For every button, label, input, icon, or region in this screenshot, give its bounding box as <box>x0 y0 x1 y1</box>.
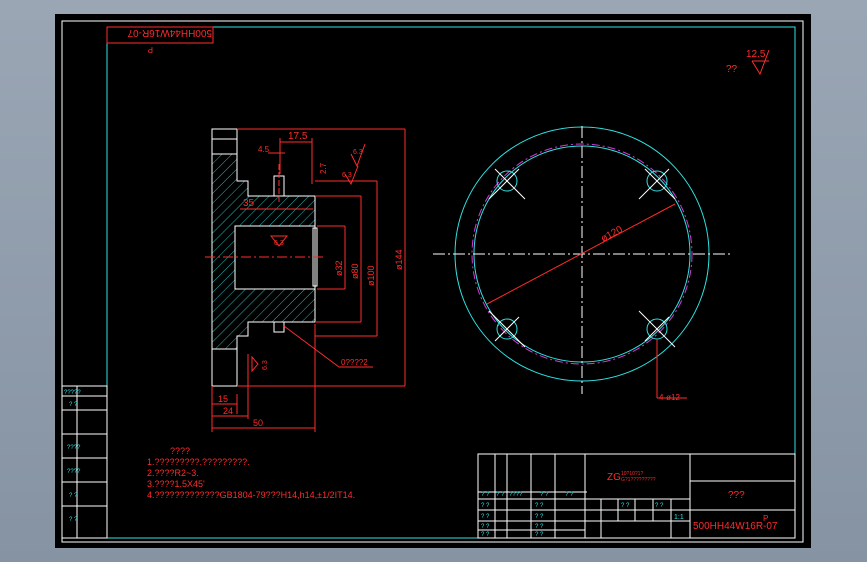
svg-text:? ?: ? ? <box>655 503 664 509</box>
svg-text:4.?????????????GB1804-79???H14: 4.?????????????GB1804-79???H14,h14,±1/2I… <box>147 490 355 500</box>
svg-text:P: P <box>763 514 768 523</box>
svg-text:? ?: ? ? <box>69 402 78 408</box>
svg-text:? ?: ? ? <box>535 503 544 509</box>
hatched-section <box>211 153 316 350</box>
svg-text:ø144: ø144 <box>394 249 404 270</box>
svg-text:6.3: 6.3 <box>353 149 363 156</box>
svg-text:???: ??? <box>728 490 745 501</box>
svg-text:????: ???? <box>67 445 81 451</box>
svg-text:? ?: ? ? <box>481 514 490 520</box>
svg-text:? ?: ? ? <box>481 532 490 538</box>
svg-text:? ?: ? ? <box>496 492 505 498</box>
svg-text:?????: ????? <box>64 390 81 396</box>
svg-text:15: 15 <box>218 394 228 404</box>
svg-text:ZG: ZG <box>607 472 621 483</box>
svg-text:??: ?? <box>726 64 738 75</box>
svg-text:35: 35 <box>243 198 255 209</box>
svg-text:1:1: 1:1 <box>674 514 684 521</box>
roughness-symbol: ?? 12.5 <box>726 49 770 76</box>
svg-text:? ?: ? ? <box>565 492 574 498</box>
section-view: 17.5 4.5 2.7 35 ø32 ø80 ø100 ø144 15 24 … <box>205 128 406 432</box>
left-strip <box>61 385 108 539</box>
svg-text:ø80: ø80 <box>350 263 360 279</box>
svg-text:2.7: 2.7 <box>319 162 328 174</box>
svg-text:6.3: 6.3 <box>274 240 284 247</box>
svg-text:4-ø12: 4-ø12 <box>659 393 680 402</box>
svg-text:500HH44W16R-07: 500HH44W16R-07 <box>127 27 212 38</box>
svg-text:? ?: ? ? <box>481 492 490 498</box>
svg-text:P: P <box>148 45 153 54</box>
svg-text:12.5: 12.5 <box>746 49 766 60</box>
svg-text:? ?: ? ? <box>535 514 544 520</box>
svg-text:? ?: ? ? <box>481 524 490 530</box>
svg-text:ø32: ø32 <box>334 260 344 276</box>
svg-text:1.?????????.?????????.: 1.?????????.?????????. <box>147 457 250 467</box>
svg-text:ø100: ø100 <box>366 265 376 286</box>
svg-text:????: ???? <box>67 469 81 475</box>
svg-text:? ?: ? ? <box>535 524 544 530</box>
technical-notes: ???? 1.?????????.?????????. 2.????R2~3. … <box>147 446 355 500</box>
cad-drawing: 500HH44W16R-07 P ?? 12.5 17.5 4.5 2.7 35… <box>61 20 804 543</box>
svg-text:G?1?????????: G?1????????? <box>621 477 656 483</box>
svg-text:0????2: 0????2 <box>341 358 368 367</box>
svg-text:17.5: 17.5 <box>288 131 308 142</box>
svg-text:? ?: ? ? <box>540 492 549 498</box>
svg-text:6.3: 6.3 <box>342 172 352 179</box>
svg-text:????: ???? <box>170 446 190 456</box>
svg-text:24: 24 <box>223 406 233 416</box>
svg-text:3.????1.5X45': 3.????1.5X45' <box>147 479 205 489</box>
front-view: ø120 4-ø12 <box>433 126 730 402</box>
svg-text:? ?: ? ? <box>535 532 544 538</box>
svg-text:? ?: ? ? <box>69 517 78 523</box>
svg-text:? ?: ? ? <box>69 493 78 499</box>
svg-text:? ?: ? ? <box>621 503 630 509</box>
drawing-canvas[interactable]: 500HH44W16R-07 P ?? 12.5 17.5 4.5 2.7 35… <box>55 14 811 548</box>
code-stamp: 500HH44W16R-07 P <box>106 26 214 54</box>
svg-text:????: ???? <box>509 492 523 498</box>
svg-text:ø120: ø120 <box>599 224 625 245</box>
svg-text:2.????R2~3.: 2.????R2~3. <box>147 468 199 478</box>
svg-text:50: 50 <box>253 418 263 428</box>
svg-text:6.3: 6.3 <box>262 360 269 370</box>
svg-text:? ?: ? ? <box>481 503 490 509</box>
svg-text:4.5: 4.5 <box>258 145 270 154</box>
